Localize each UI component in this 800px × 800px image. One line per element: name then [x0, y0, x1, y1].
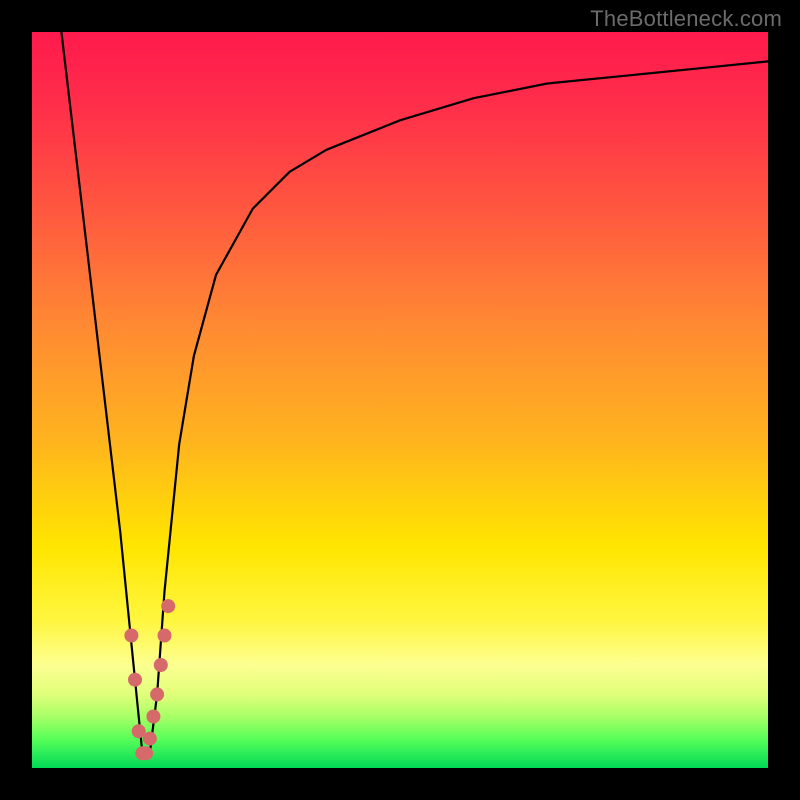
chart-frame: TheBottleneck.com — [0, 0, 800, 800]
marker-dot — [143, 732, 157, 746]
marker-dot — [158, 629, 172, 643]
marker-dot — [146, 710, 160, 724]
watermark-text: TheBottleneck.com — [590, 6, 782, 32]
gradient-background — [32, 32, 768, 768]
marker-dot — [139, 746, 153, 760]
marker-dot — [154, 658, 168, 672]
marker-dot — [150, 687, 164, 701]
bottleneck-chart — [32, 32, 768, 768]
marker-dot — [161, 599, 175, 613]
marker-dot — [128, 673, 142, 687]
marker-dot — [124, 629, 138, 643]
